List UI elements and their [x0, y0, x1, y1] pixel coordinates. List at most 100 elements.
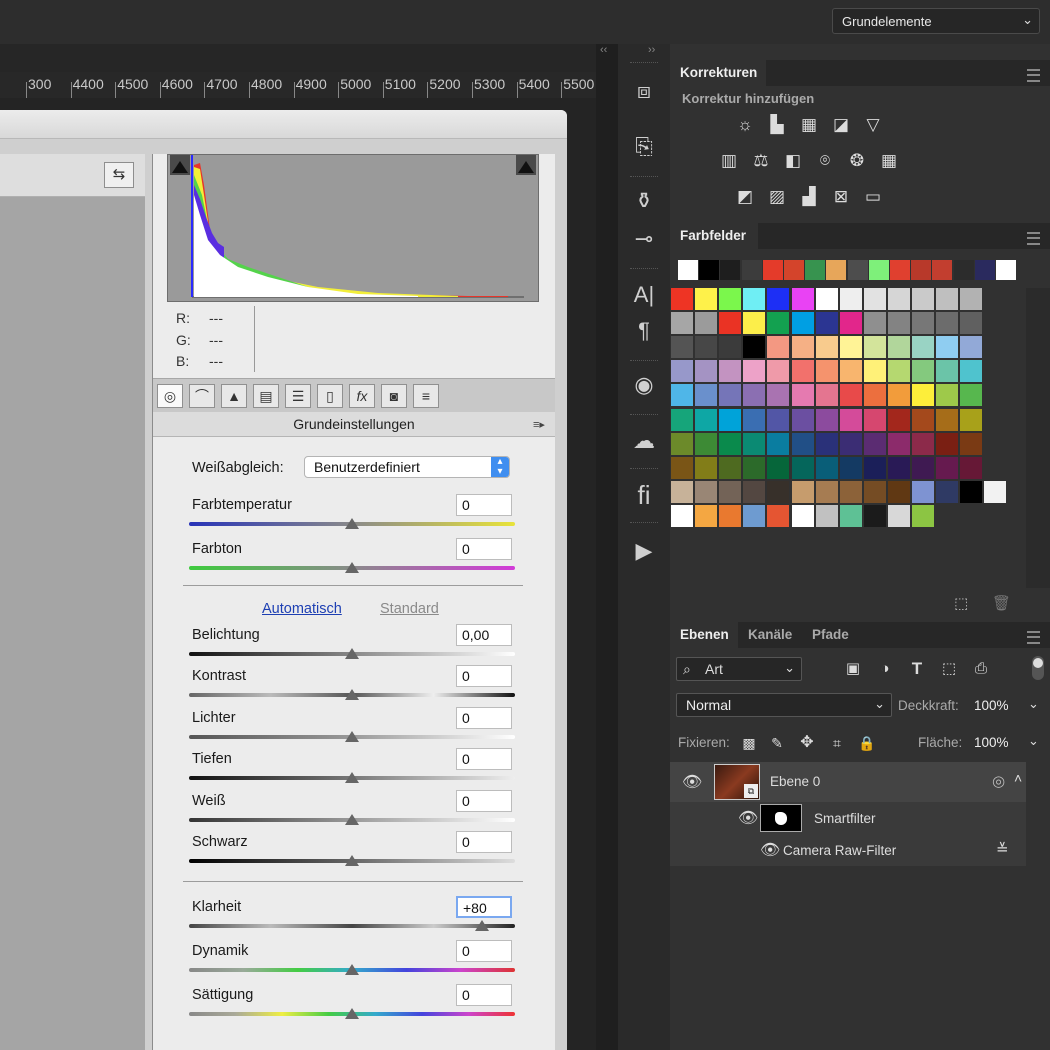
- saettigung-slider-thumb[interactable]: [345, 1008, 359, 1019]
- weiss-field[interactable]: 0: [456, 790, 512, 812]
- color-swatch[interactable]: [719, 360, 742, 383]
- levels-icon[interactable]: ▙: [766, 114, 788, 136]
- color-swatch[interactable]: [815, 360, 838, 383]
- klarheit-slider-thumb[interactable]: [475, 920, 490, 931]
- color-swatch[interactable]: [695, 360, 718, 383]
- vibrance-icon[interactable]: ▽: [862, 114, 884, 136]
- color-lookup-icon[interactable]: ▦: [878, 150, 900, 172]
- color-swatch[interactable]: [743, 360, 766, 383]
- color-swatch[interactable]: [767, 480, 790, 503]
- color-swatch[interactable]: [912, 480, 934, 503]
- schwarz-field[interactable]: 0: [456, 831, 512, 853]
- visibility-eye-icon[interactable]: 👁: [760, 840, 780, 860]
- color-swatch[interactable]: [887, 408, 910, 431]
- color-swatch[interactable]: [695, 384, 718, 407]
- color-swatch[interactable]: [791, 504, 814, 527]
- color-balance-icon[interactable]: ⚖: [750, 150, 772, 172]
- exposure-icon[interactable]: ◪: [830, 114, 852, 136]
- farbtemperatur-slider-thumb[interactable]: [345, 518, 359, 529]
- color-swatch[interactable]: [912, 432, 934, 455]
- curves-icon[interactable]: ▦: [798, 114, 820, 136]
- color-swatch[interactable]: [839, 432, 862, 455]
- color-swatch[interactable]: [671, 504, 693, 527]
- color-swatch[interactable]: [671, 456, 693, 479]
- color-swatch[interactable]: [863, 480, 886, 503]
- brush-presets-icon[interactable]: ⚱: [629, 186, 659, 216]
- color-swatch[interactable]: [743, 480, 766, 503]
- color-swatch[interactable]: [695, 432, 718, 455]
- color-swatch[interactable]: [912, 288, 934, 310]
- color-swatch[interactable]: [984, 480, 1007, 503]
- color-swatch[interactable]: [743, 384, 766, 407]
- color-swatch[interactable]: [695, 504, 718, 527]
- color-swatch[interactable]: [839, 480, 862, 503]
- color-swatch[interactable]: [719, 432, 742, 455]
- color-swatch[interactable]: [695, 456, 718, 479]
- lock-transparent-pixels-icon[interactable]: ▩: [738, 732, 760, 754]
- effects-tab-icon[interactable]: fx: [349, 384, 375, 408]
- color-swatch[interactable]: [695, 312, 718, 335]
- color-swatch[interactable]: [719, 408, 742, 431]
- color-swatch[interactable]: [743, 432, 766, 455]
- color-swatch[interactable]: [671, 312, 693, 335]
- basic-tab-icon[interactable]: ◎: [157, 384, 183, 408]
- color-swatch[interactable]: [743, 504, 766, 527]
- type-layer-filter-icon[interactable]: T: [906, 658, 928, 680]
- invert-icon[interactable]: ◩: [734, 186, 756, 208]
- color-swatch[interactable]: [767, 384, 790, 407]
- color-swatch[interactable]: [767, 336, 790, 359]
- recent-swatch[interactable]: [762, 260, 783, 280]
- color-swatch[interactable]: [863, 312, 886, 335]
- lock-artboard-icon[interactable]: ⌗: [826, 732, 848, 754]
- libraries-icon[interactable]: ◉: [629, 370, 659, 400]
- color-swatch[interactable]: [815, 480, 838, 503]
- chevron-down-icon[interactable]: ⌄: [1028, 733, 1039, 749]
- channel-mixer-icon[interactable]: ❂: [846, 150, 868, 172]
- glyphs-icon[interactable]: fi: [629, 480, 659, 510]
- color-swatch[interactable]: [960, 336, 983, 359]
- color-swatch[interactable]: [936, 480, 959, 503]
- lock-all-icon[interactable]: 🔒: [856, 732, 878, 754]
- color-swatch[interactable]: [960, 480, 983, 503]
- color-swatch[interactable]: [936, 288, 959, 310]
- color-swatch[interactable]: [767, 504, 790, 527]
- color-swatch[interactable]: [936, 336, 959, 359]
- color-swatch[interactable]: [936, 432, 959, 455]
- color-swatch[interactable]: [671, 336, 693, 359]
- recent-swatch[interactable]: [784, 260, 804, 280]
- color-swatch[interactable]: [791, 288, 814, 310]
- kontrast-field[interactable]: 0: [456, 665, 512, 687]
- color-swatch[interactable]: [791, 432, 814, 455]
- adjustment-layer-filter-icon[interactable]: ◑: [874, 658, 896, 680]
- color-swatch[interactable]: [719, 312, 742, 335]
- color-swatch[interactable]: [887, 384, 910, 407]
- color-swatch[interactable]: [719, 336, 742, 359]
- actions-play-icon[interactable]: ▶: [629, 536, 659, 566]
- color-swatch[interactable]: [839, 384, 862, 407]
- character-icon[interactable]: A|: [629, 280, 659, 310]
- color-swatch[interactable]: [960, 408, 983, 431]
- color-swatch[interactable]: [912, 360, 934, 383]
- color-swatch[interactable]: [863, 360, 886, 383]
- color-swatch[interactable]: [887, 432, 910, 455]
- color-swatch[interactable]: [743, 408, 766, 431]
- trash-icon[interactable]: 🗑: [992, 594, 1011, 612]
- color-swatch[interactable]: [671, 288, 693, 310]
- shape-layer-filter-icon[interactable]: ⬚: [938, 658, 960, 680]
- color-swatch[interactable]: [912, 504, 934, 527]
- lock-image-pixels-icon[interactable]: ✎: [766, 732, 788, 754]
- opacity-field[interactable]: 100%: [974, 698, 1009, 713]
- recent-swatch[interactable]: [826, 260, 847, 280]
- brightness-contrast-icon[interactable]: ☼: [734, 114, 756, 136]
- color-swatch[interactable]: [695, 288, 718, 310]
- layers-menu-icon[interactable]: [1027, 631, 1040, 644]
- color-swatch[interactable]: [960, 312, 983, 335]
- color-swatch[interactable]: [887, 288, 910, 310]
- color-swatch[interactable]: [960, 456, 983, 479]
- collapse-arrow-icon[interactable]: ˄: [1014, 770, 1022, 786]
- color-swatch[interactable]: [887, 312, 910, 335]
- color-swatch[interactable]: [960, 360, 983, 383]
- color-swatch[interactable]: [936, 456, 959, 479]
- posterize-icon[interactable]: ▨: [766, 186, 788, 208]
- lens-corrections-tab-icon[interactable]: ▯: [317, 384, 343, 408]
